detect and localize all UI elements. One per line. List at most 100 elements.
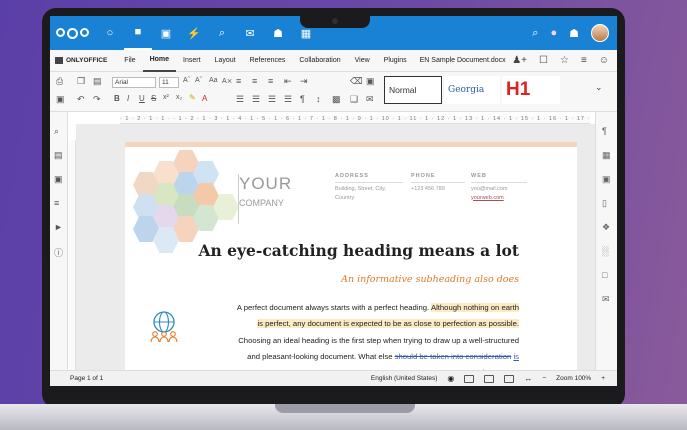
undo-icon[interactable]: ↶	[77, 94, 85, 105]
avatar[interactable]	[591, 24, 609, 42]
paste-icon[interactable]: ▤	[93, 76, 102, 87]
numbering-icon[interactable]: ≡	[252, 76, 257, 86]
activity-app-icon[interactable]: ⚡	[180, 16, 208, 50]
tab-insert[interactable]: Insert	[176, 50, 208, 72]
search-app-icon[interactable]: ⌕	[208, 16, 236, 50]
increase-font-icon[interactable]: Aˆ	[183, 77, 190, 84]
tab-collaboration[interactable]: Collaboration	[292, 50, 347, 72]
zoom-out-button[interactable]: −	[542, 375, 546, 382]
strikethrough-icon[interactable]: S	[151, 94, 156, 103]
italic-icon[interactable]: I	[127, 94, 129, 103]
dashboard-app-icon[interactable]: ○	[96, 16, 124, 50]
insert-image-icon[interactable]: ▣	[366, 76, 375, 87]
globe-people-icon	[150, 311, 178, 343]
fit-page-icon[interactable]	[504, 374, 515, 383]
style-h1[interactable]: H1	[502, 76, 560, 104]
contacts-app-icon[interactable]: ☗	[264, 16, 292, 50]
files-app-icon[interactable]: ■	[124, 16, 152, 50]
copy-style-icon[interactable]: ❑	[350, 94, 358, 105]
shape-settings-icon[interactable]: ❖	[602, 222, 610, 233]
comments-icon[interactable]: ▤	[54, 150, 63, 161]
web-block: WEB you@mail.com yourweb.com	[471, 172, 527, 202]
add-user-icon[interactable]: ♟+	[512, 55, 527, 66]
paragraph-marks-icon[interactable]: ¶	[300, 94, 305, 104]
body-paragraph[interactable]: A perfect document always starts with a …	[233, 300, 519, 370]
underline-icon[interactable]: U	[139, 94, 145, 103]
status-right: English (United States) ◉ ↔ − Zoom 100% …	[371, 374, 605, 383]
chevron-down-icon[interactable]: ⌄	[595, 82, 603, 93]
vertical-ruler[interactable]	[69, 140, 76, 370]
chart-settings-icon[interactable]: ░	[602, 246, 608, 256]
language-select[interactable]: English (United States)	[371, 375, 437, 382]
zoom-level[interactable]: Zoom 100%	[556, 375, 591, 382]
chat-icon[interactable]: ▣	[54, 174, 63, 185]
notifications-icon[interactable]: ●	[550, 27, 557, 39]
nextcloud-logo-icon[interactable]	[56, 27, 92, 39]
zoom-in-button[interactable]: +	[601, 375, 605, 382]
header-footer-icon[interactable]: ▯	[602, 198, 607, 209]
bold-icon[interactable]: B	[114, 94, 120, 103]
header-right: ⌕ ● ☗	[532, 24, 609, 42]
clear-style-icon[interactable]: A⨯	[222, 77, 233, 85]
tab-view[interactable]: View	[348, 50, 377, 72]
superscript-icon[interactable]: x²	[163, 94, 169, 101]
table-settings-icon[interactable]: ▦	[602, 150, 611, 161]
favorite-icon[interactable]: ☆	[560, 55, 569, 66]
photos-app-icon[interactable]: ▣	[152, 16, 180, 50]
shading-icon[interactable]: ▩	[332, 94, 341, 105]
highlight-icon[interactable]: ✎	[189, 93, 196, 102]
navigation-icon[interactable]: ≡	[54, 198, 59, 208]
save-icon[interactable]: ▣	[56, 94, 65, 105]
horizontal-ruler[interactable]: · 1 · 2 · 1 · 1 · · 1 · 2 · 1 · 3 · 1 · …	[120, 116, 590, 124]
document-heading: An eye-catching heading means a lot	[198, 241, 519, 260]
subscript-icon[interactable]: x₂	[176, 94, 182, 101]
justify-icon[interactable]: ☰	[284, 94, 292, 105]
spellcheck-icon[interactable]: ◉	[447, 374, 454, 383]
style-georgia[interactable]: Georgia	[444, 76, 500, 104]
search-icon[interactable]: ⌕	[54, 126, 59, 137]
decrease-indent-icon[interactable]: ⇤	[284, 76, 292, 87]
font-name-select[interactable]: Arial	[112, 77, 156, 88]
decrease-font-icon[interactable]: Aˇ	[195, 77, 202, 84]
clear-format-icon[interactable]: ⌫	[350, 76, 363, 87]
search-icon[interactable]: ⌕	[532, 27, 538, 40]
tab-references[interactable]: References	[243, 50, 293, 72]
tab-plugins[interactable]: Plugins	[377, 50, 414, 72]
mail-app-icon[interactable]: ✉	[236, 16, 264, 50]
company-text: COMPANY	[239, 198, 284, 208]
print-icon[interactable]: ⎙	[56, 76, 63, 87]
bullets-icon[interactable]: ≡	[236, 76, 241, 86]
tab-layout[interactable]: Layout	[208, 50, 243, 72]
tab-file[interactable]: File	[117, 50, 142, 72]
fit-width-icon[interactable]: ↔	[524, 374, 532, 383]
signature-icon[interactable]: ✉	[602, 294, 610, 305]
copy-icon[interactable]: ❐	[77, 76, 85, 87]
line-spacing-icon[interactable]: ↕	[316, 94, 321, 104]
account-icon[interactable]: ☺	[599, 55, 609, 66]
align-center-icon[interactable]: ☰	[252, 94, 260, 105]
tab-home[interactable]: Home	[142, 50, 177, 72]
redo-icon[interactable]: ↷	[93, 94, 101, 105]
contacts-menu-icon[interactable]: ☗	[569, 27, 579, 40]
document-page[interactable]: YOUR COMPANY ADDRESS Building, Street, C…	[125, 142, 577, 370]
mail-merge-icon[interactable]: ✉	[366, 94, 374, 105]
document-mode-icon[interactable]	[484, 374, 495, 383]
menu-icon[interactable]: ≡	[581, 55, 587, 66]
plugin-icon[interactable]: ►	[54, 222, 63, 232]
open-location-icon[interactable]: ☐	[539, 55, 548, 66]
multilevel-icon[interactable]: ≡	[268, 76, 273, 86]
font-size-select[interactable]: 11	[159, 77, 179, 88]
track-changes-icon[interactable]	[464, 374, 475, 383]
page-count[interactable]: Page 1 of 1	[70, 375, 103, 382]
style-normal[interactable]: Normal	[384, 76, 442, 104]
align-left-icon[interactable]: ☰	[236, 94, 244, 105]
about-icon[interactable]: ⓘ	[54, 246, 63, 259]
web-link[interactable]: yourweb.com	[471, 194, 527, 202]
paragraph-settings-icon[interactable]: ¶	[602, 126, 607, 136]
increase-indent-icon[interactable]: ⇥	[300, 76, 308, 87]
image-settings-icon[interactable]: ▣	[602, 174, 611, 185]
font-color-icon[interactable]: A	[202, 94, 207, 103]
change-case-icon[interactable]: Aa	[209, 77, 218, 84]
align-right-icon[interactable]: ☰	[268, 94, 276, 105]
text-art-icon[interactable]: □	[602, 270, 607, 280]
